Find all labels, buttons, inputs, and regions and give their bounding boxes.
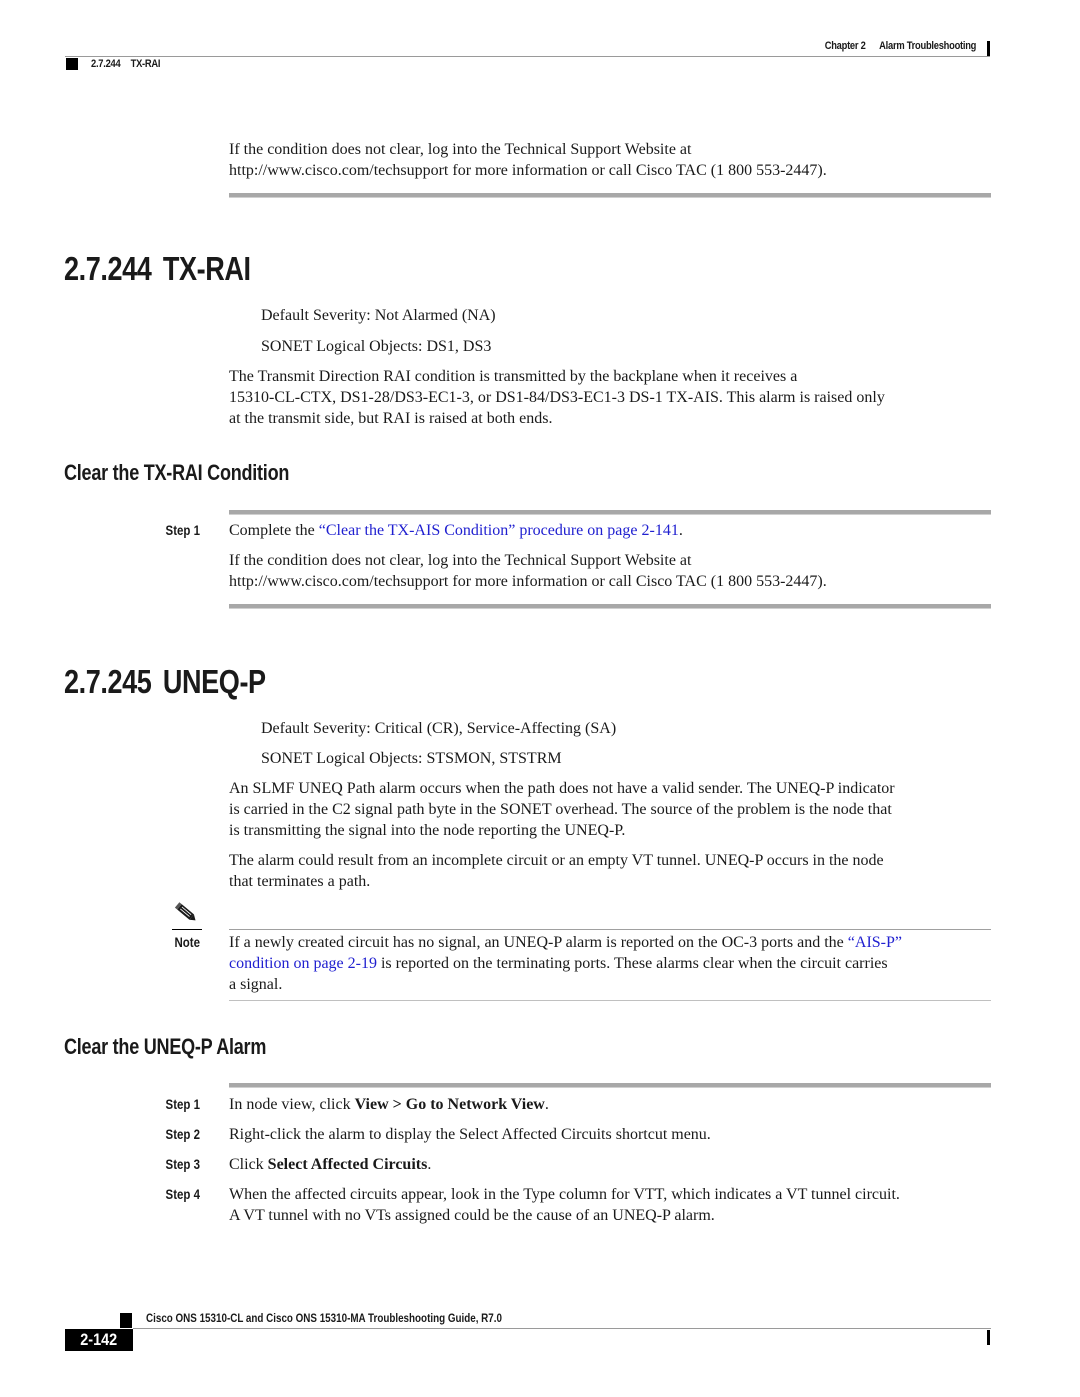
sonet-logical-objects: SONET Logical Objects: STSMON, STSTRM bbox=[261, 750, 562, 767]
procedure-end-rule bbox=[229, 193, 991, 198]
header-section-title: TX-RAI bbox=[130, 58, 161, 70]
footer-square-marker bbox=[120, 1313, 132, 1328]
step-label: Step 2 bbox=[165, 1126, 200, 1142]
followup-line: If the condition does not clear, log int… bbox=[229, 552, 692, 569]
footer-right-bar bbox=[987, 1330, 990, 1345]
chapter-title: Alarm Troubleshooting bbox=[879, 40, 976, 52]
step-4-text: When the affected circuits appear, look … bbox=[229, 1184, 999, 1226]
note-line: condition on page 2-19 is reported on th… bbox=[229, 953, 999, 974]
followup-paragraph: If the condition does not clear, log int… bbox=[229, 550, 999, 592]
description-line: An SLMF UNEQ Path alarm occurs when the … bbox=[229, 780, 895, 797]
header-section-number: 2.7.244 bbox=[91, 58, 121, 70]
header-rule bbox=[65, 56, 990, 57]
step-text: . bbox=[544, 1096, 549, 1113]
intro-line: http://www.cisco.com/techsupport for mor… bbox=[229, 162, 827, 179]
description-line: The alarm could result from an incomplet… bbox=[229, 852, 884, 869]
step-text: Complete the bbox=[229, 522, 319, 539]
step-label: Step 3 bbox=[165, 1156, 200, 1172]
step-3-text: Click Select Affected Circuits. bbox=[229, 1154, 431, 1175]
page-number: 2-142 bbox=[80, 1330, 118, 1349]
step-text: Click bbox=[229, 1156, 268, 1173]
footer-guide-title: Cisco ONS 15310-CL and Cisco ONS 15310-M… bbox=[146, 1311, 502, 1325]
step-line: When the affected circuits appear, look … bbox=[229, 1186, 900, 1203]
note-text-segment: is reported on the terminating ports. Th… bbox=[376, 955, 888, 972]
step-text: In node view, click bbox=[229, 1096, 355, 1113]
note-text-segment: If a newly created circuit has no signal… bbox=[229, 934, 848, 951]
note-label: Note bbox=[174, 934, 200, 950]
ais-p-link[interactable]: “AIS-P” bbox=[848, 934, 902, 951]
running-header-section: 2.7.244 TX-RAI bbox=[91, 58, 161, 70]
step-1-text: Complete the “Clear the TX-AIS Condition… bbox=[229, 520, 683, 541]
section-title: TX-RAI bbox=[162, 250, 251, 287]
footer-rule bbox=[133, 1328, 991, 1329]
description-line: The Transmit Direction RAI condition is … bbox=[229, 368, 798, 385]
note-top-rule bbox=[229, 929, 991, 930]
note-line: If a newly created circuit has no signal… bbox=[229, 932, 999, 953]
procedure-heading-clear-tx-rai: Clear the TX-RAI Condition bbox=[64, 460, 290, 485]
description-line: is transmitting the signal into the node… bbox=[229, 822, 626, 839]
header-right-bar bbox=[987, 41, 990, 56]
cross-reference-link[interactable]: “Clear the TX-AIS Condition” procedure o… bbox=[319, 522, 679, 539]
description-line: that terminates a path. bbox=[229, 873, 371, 890]
ais-p-page-link[interactable]: condition on page 2-19 bbox=[229, 955, 377, 972]
sonet-logical-objects: SONET Logical Objects: DS1, DS3 bbox=[261, 338, 492, 355]
default-severity: Default Severity: Critical (CR), Service… bbox=[261, 720, 617, 737]
step-label: Step 1 bbox=[165, 522, 200, 538]
section-number: 2.7.244 bbox=[64, 250, 152, 287]
pencil-icon bbox=[172, 902, 200, 928]
procedure-start-rule bbox=[229, 510, 991, 515]
step-1-text: In node view, click View > Go to Network… bbox=[229, 1094, 549, 1115]
description-line: at the transmit side, but RAI is raised … bbox=[229, 410, 553, 427]
description-paragraph: The alarm could result from an incomplet… bbox=[229, 850, 999, 892]
description-paragraph: An SLMF UNEQ Path alarm occurs when the … bbox=[229, 778, 999, 841]
step-label: Step 4 bbox=[165, 1186, 200, 1202]
menu-path: View > Go to Network View bbox=[354, 1096, 545, 1113]
intro-line: If the condition does not clear, log int… bbox=[229, 141, 692, 158]
description-line: is carried in the C2 signal path byte in… bbox=[229, 801, 892, 818]
section-title: UNEQ-P bbox=[162, 663, 266, 700]
section-heading-tx-rai: 2.7.244 TX-RAI bbox=[64, 250, 251, 288]
header-square-marker bbox=[66, 58, 78, 70]
intro-paragraph: If the condition does not clear, log int… bbox=[229, 139, 999, 181]
procedure-start-rule bbox=[229, 1083, 991, 1088]
procedure-heading-clear-uneq-p: Clear the UNEQ-P Alarm bbox=[64, 1034, 267, 1059]
description-line: 15310-CL-CTX, DS1-28/DS3-EC1-3, or DS1-8… bbox=[229, 389, 885, 406]
procedure-end-rule bbox=[229, 604, 991, 609]
running-header-chapter: Chapter 2 Alarm Troubleshooting bbox=[824, 40, 977, 52]
menu-option: Select Affected Circuits bbox=[267, 1156, 428, 1173]
page-number-box: 2-142 bbox=[65, 1329, 133, 1351]
note-bottom-rule bbox=[229, 1000, 991, 1001]
followup-line: http://www.cisco.com/techsupport for mor… bbox=[229, 573, 827, 590]
step-text: . bbox=[427, 1156, 432, 1173]
note-icon-underline bbox=[172, 929, 202, 930]
step-2-text: Right-click the alarm to display the Sel… bbox=[229, 1126, 711, 1143]
step-line: A VT tunnel with no VTs assigned could b… bbox=[229, 1207, 715, 1224]
section-number: 2.7.245 bbox=[64, 663, 152, 700]
note-line: a signal. bbox=[229, 976, 283, 993]
note-text: If a newly created circuit has no signal… bbox=[229, 932, 999, 995]
description-paragraph: The Transmit Direction RAI condition is … bbox=[229, 366, 999, 429]
step-text: . bbox=[678, 522, 683, 539]
section-heading-uneq-p: 2.7.245 UNEQ-P bbox=[64, 663, 266, 701]
default-severity: Default Severity: Not Alarmed (NA) bbox=[261, 307, 496, 324]
chapter-label: Chapter 2 bbox=[824, 40, 866, 52]
step-label: Step 1 bbox=[165, 1096, 200, 1112]
